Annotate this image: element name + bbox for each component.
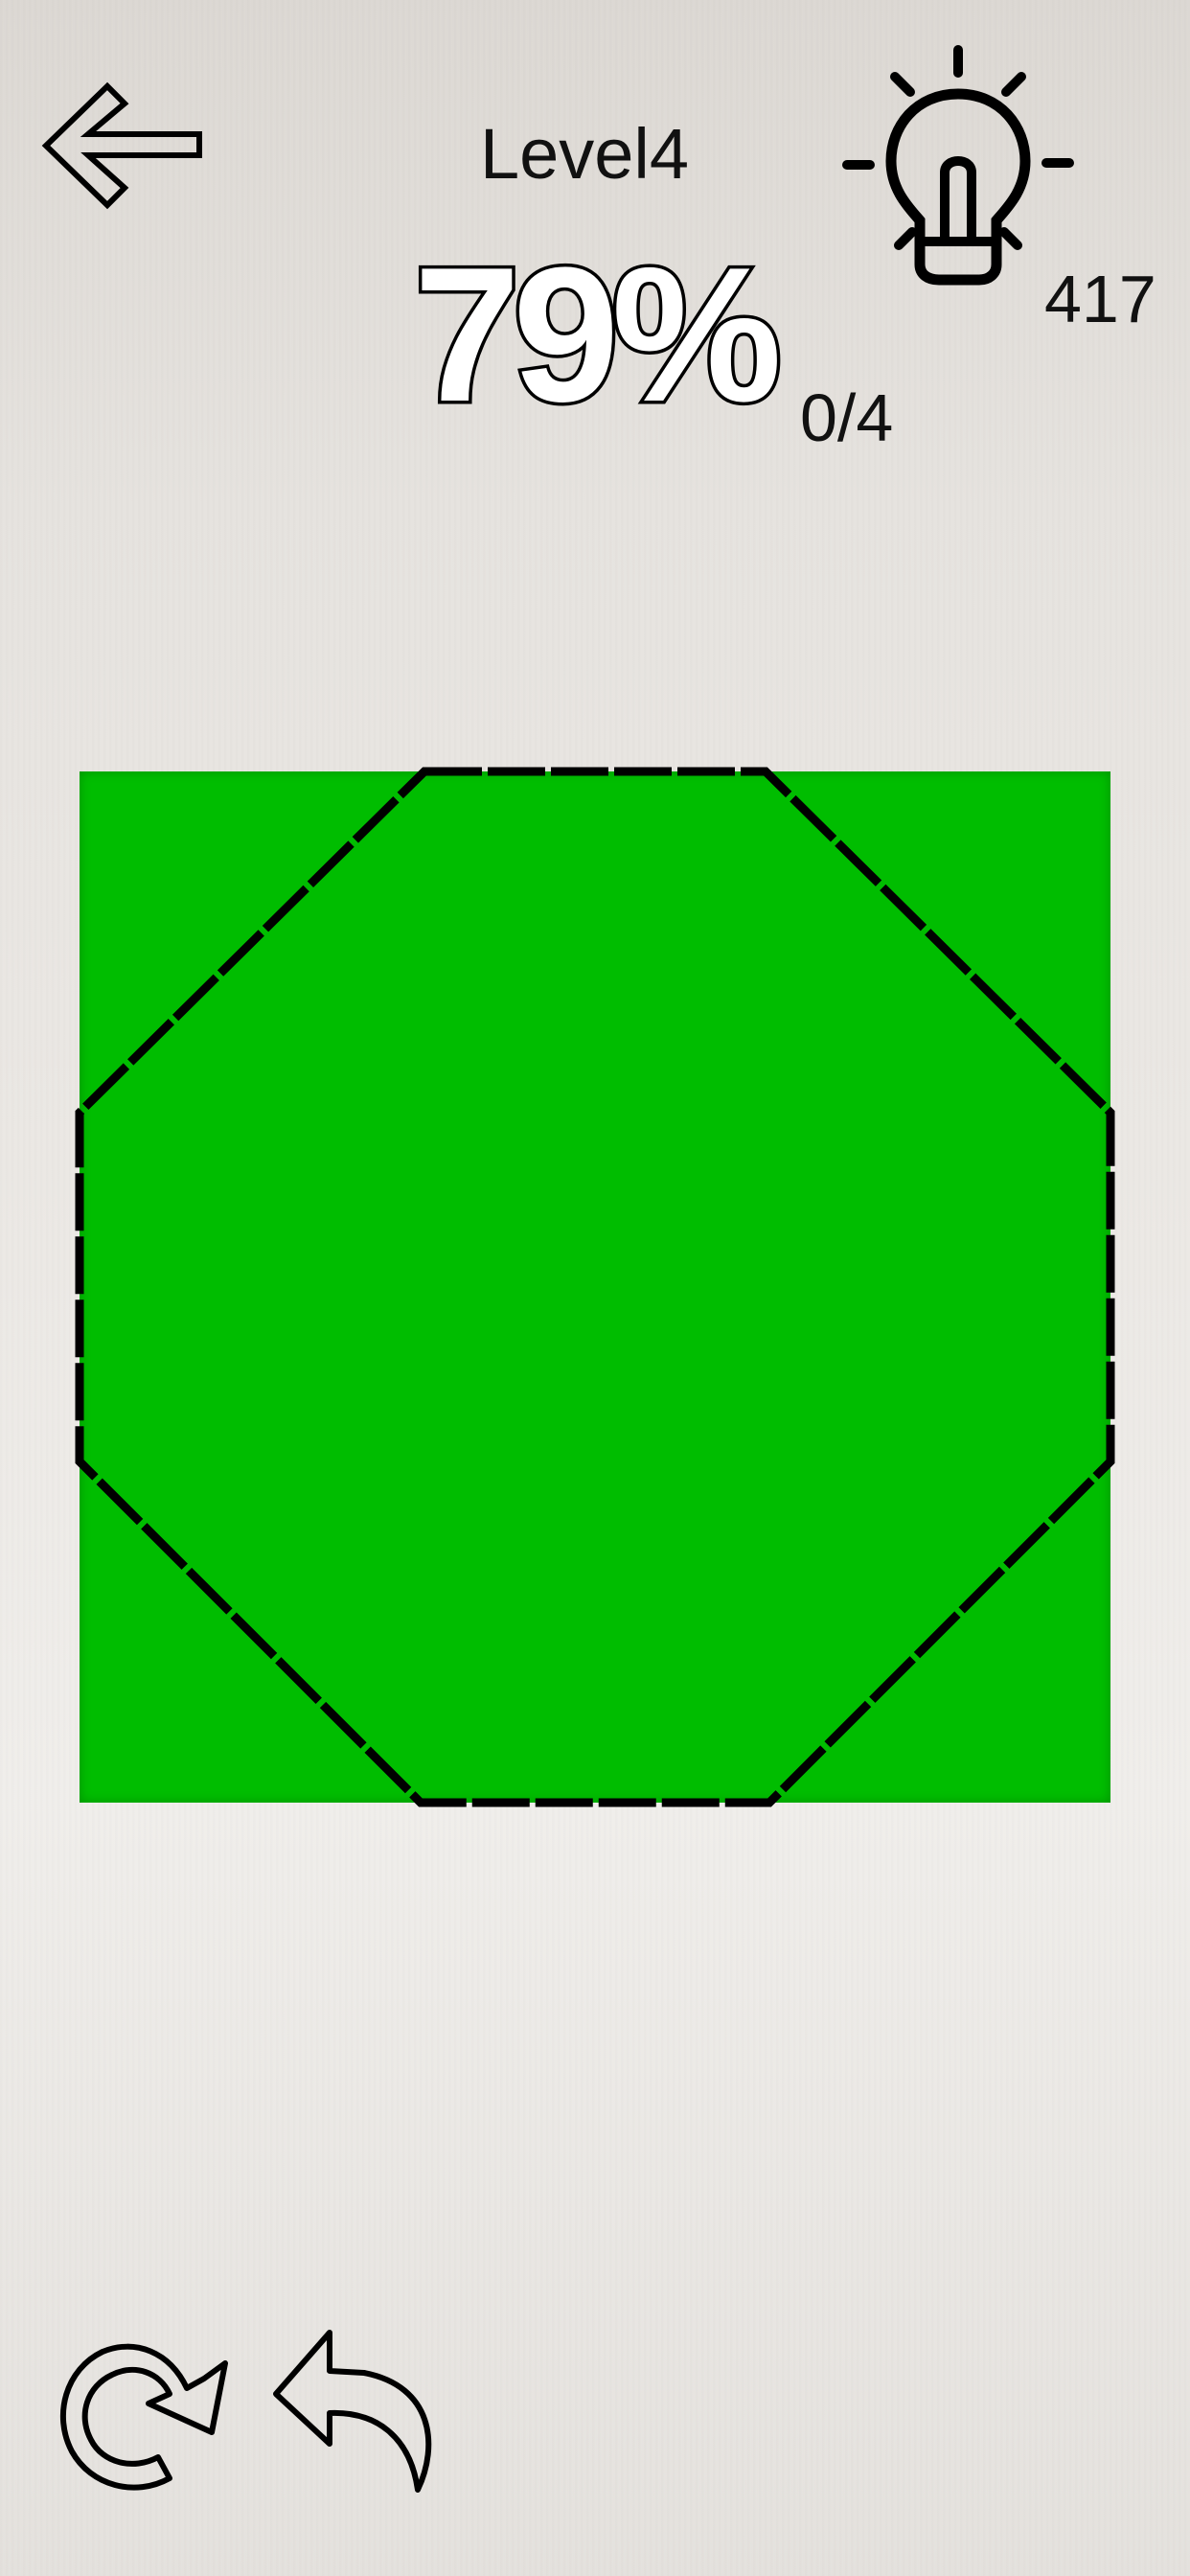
- cuts-counter: 0/4: [800, 380, 894, 455]
- undo-button[interactable]: [268, 2319, 450, 2501]
- redo-icon: [59, 2343, 228, 2491]
- undo-icon: [273, 2330, 432, 2493]
- lightbulb-icon: [842, 45, 1074, 286]
- green-square-piece: [80, 771, 1110, 1803]
- completion-percent: 79%: [410, 228, 785, 442]
- arrow-left-icon: [41, 81, 202, 210]
- hint-count: 417: [1044, 262, 1156, 336]
- level-label: Level4: [479, 114, 690, 194]
- puzzle-board[interactable]: [75, 767, 1115, 1807]
- back-button[interactable]: [38, 77, 211, 220]
- hint-button[interactable]: [835, 38, 1085, 288]
- redo-button[interactable]: [43, 2319, 235, 2501]
- puzzle-canvas[interactable]: [75, 767, 1115, 1807]
